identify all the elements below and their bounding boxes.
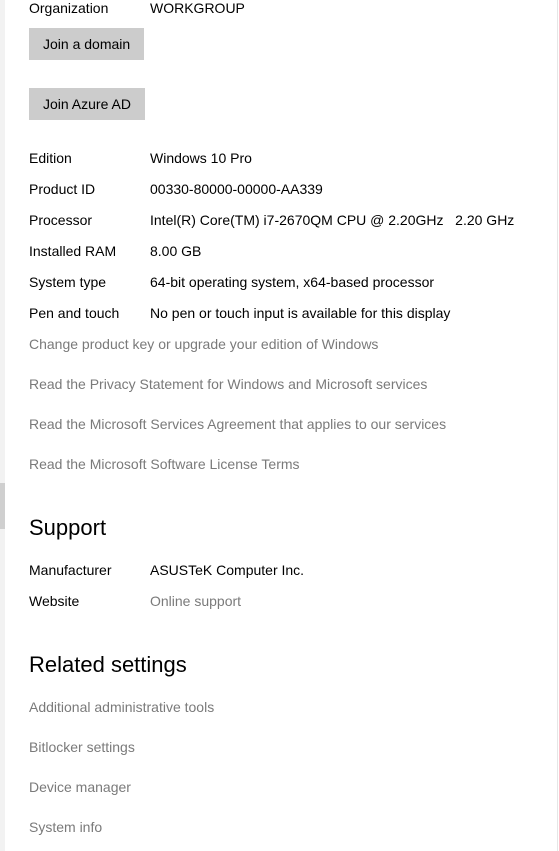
join-domain-button[interactable]: Join a domain (29, 28, 145, 60)
spec-label: Product ID (29, 181, 96, 197)
right-divider (557, 0, 558, 851)
spec-label: Processor (29, 212, 93, 228)
manufacturer-label: Manufacturer (29, 562, 112, 578)
spec-label: Installed RAM (29, 243, 117, 259)
change-product-key-link[interactable]: Change product key or upgrade your editi… (29, 333, 378, 355)
spec-label: Edition (29, 150, 72, 166)
left-scroll-track (0, 0, 5, 851)
online-support-link[interactable]: Online support (150, 590, 241, 612)
organization-value: WORKGROUP (150, 0, 245, 16)
website-label: Website (29, 593, 80, 609)
services-agreement-link[interactable]: Read the Microsoft Services Agreement th… (29, 413, 446, 435)
spec-value: 00330-80000-00000-AA339 (150, 181, 323, 197)
related-link-bitlocker[interactable]: Bitlocker settings (29, 736, 135, 758)
spec-value: No pen or touch input is available for t… (150, 305, 451, 321)
spec-value: 64-bit operating system, x64-based proce… (150, 274, 435, 290)
about-page: Organization WORKGROUP Join a domain Joi… (0, 0, 559, 851)
related-link-device-manager[interactable]: Device manager (29, 776, 131, 798)
support-heading: Support (29, 515, 107, 540)
related-link-admin-tools[interactable]: Additional administrative tools (29, 696, 214, 718)
license-terms-link[interactable]: Read the Microsoft Software License Term… (29, 453, 300, 475)
privacy-statement-link[interactable]: Read the Privacy Statement for Windows a… (29, 373, 427, 395)
spec-value: Intel(R) Core(TM) i7-2670QM CPU @ 2.20GH… (150, 212, 515, 228)
related-link-system-info[interactable]: System info (29, 816, 102, 838)
join-azure-ad-button[interactable]: Join Azure AD (29, 88, 145, 120)
related-settings-heading: Related settings (29, 652, 187, 677)
left-scroll-thumb[interactable] (0, 483, 5, 529)
spec-label: Pen and touch (29, 305, 120, 321)
manufacturer-value: ASUSTeK Computer Inc. (150, 562, 305, 578)
organization-label: Organization (29, 0, 109, 16)
spec-value: Windows 10 Pro (150, 150, 252, 166)
spec-label: System type (29, 274, 107, 290)
spec-value: 8.00 GB (150, 243, 202, 259)
